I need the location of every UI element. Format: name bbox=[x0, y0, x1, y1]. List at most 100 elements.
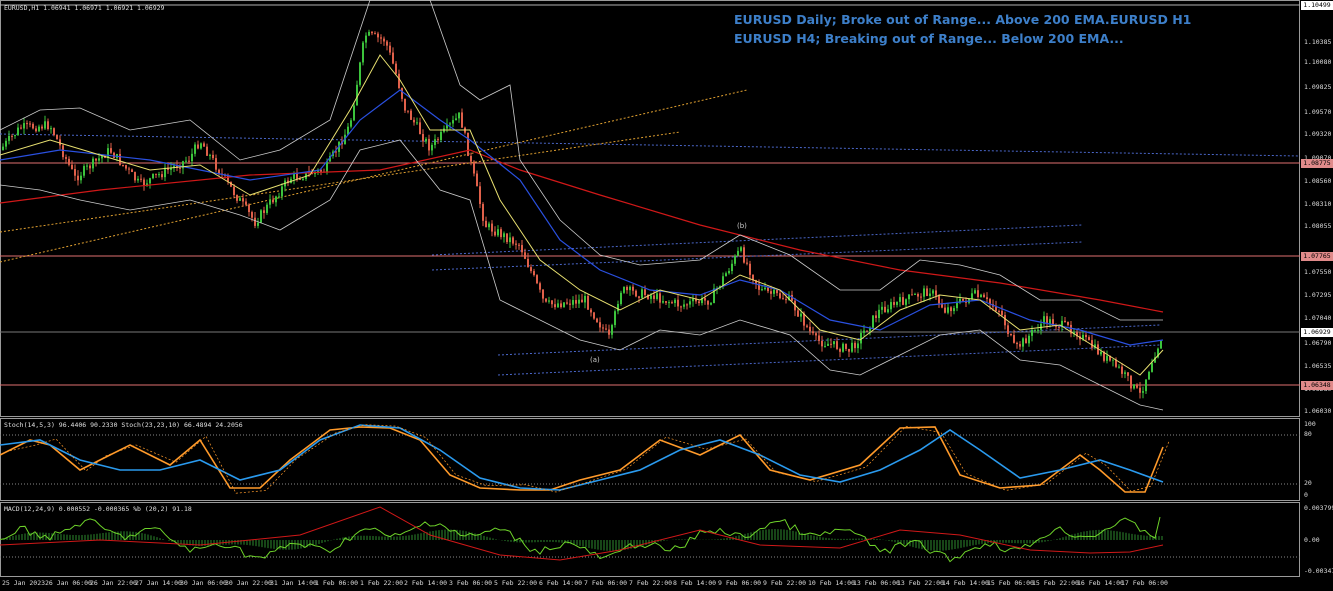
candle-body bbox=[185, 160, 187, 162]
annotation-h4: EURUSD H4; Breaking out of Range... Belo… bbox=[734, 31, 1124, 46]
candle-body bbox=[662, 301, 664, 303]
candle-body bbox=[653, 295, 655, 299]
candle-body bbox=[797, 310, 799, 317]
ema-200-line bbox=[0, 149, 1164, 313]
candle-body bbox=[71, 164, 73, 170]
candle-body bbox=[710, 303, 712, 305]
candle-body bbox=[950, 307, 952, 312]
candle-body bbox=[350, 120, 352, 127]
symbol-header: EURUSD,H1 1.06941 1.06971 1.06921 1.0692… bbox=[4, 4, 165, 12]
moving-average-yellow bbox=[0, 54, 1164, 376]
candle-body bbox=[419, 122, 421, 135]
candle-body bbox=[827, 343, 829, 346]
candle-body bbox=[263, 210, 265, 213]
candle-body bbox=[1010, 333, 1012, 336]
candle-body bbox=[245, 201, 247, 205]
candle-body bbox=[29, 123, 31, 125]
candle-body bbox=[533, 271, 535, 276]
candle-body bbox=[677, 299, 679, 307]
candle-body bbox=[566, 302, 568, 304]
candle-body bbox=[41, 126, 43, 129]
candle-body bbox=[671, 302, 673, 304]
candle-body bbox=[365, 35, 367, 43]
candle-body bbox=[302, 178, 304, 180]
candle-body bbox=[1142, 391, 1144, 393]
candle-body bbox=[278, 196, 280, 198]
candle-body bbox=[512, 237, 514, 244]
candle-body bbox=[398, 73, 400, 89]
candle-body bbox=[215, 158, 217, 170]
candle-body bbox=[476, 173, 478, 187]
candle-body bbox=[590, 309, 592, 313]
candle-body bbox=[35, 128, 37, 132]
candle-body bbox=[110, 148, 112, 153]
candle-body bbox=[896, 301, 898, 305]
time-axis-label: 5 Feb 22:00 bbox=[494, 579, 538, 587]
candle-body bbox=[593, 312, 595, 319]
candle-body bbox=[839, 348, 841, 352]
candle-body bbox=[686, 304, 688, 306]
candle-body bbox=[497, 229, 499, 236]
candle-body bbox=[197, 144, 199, 149]
time-axis-label: 13 Feb 22:00 bbox=[897, 579, 944, 587]
candle-body bbox=[392, 52, 394, 64]
candle-body bbox=[581, 299, 583, 303]
candle-body bbox=[575, 300, 577, 304]
candle-body bbox=[377, 33, 379, 38]
price-scale-label: 1.06535 bbox=[1304, 362, 1332, 370]
candle-body bbox=[881, 306, 883, 310]
candle-body bbox=[134, 172, 136, 181]
chart-canvas bbox=[0, 0, 1301, 563]
candle-body bbox=[8, 135, 10, 141]
candle-body bbox=[560, 303, 562, 308]
candle-body bbox=[1067, 322, 1069, 325]
candle-body bbox=[374, 33, 376, 35]
candle-body bbox=[380, 37, 382, 39]
candle-body bbox=[269, 199, 271, 205]
candle-body bbox=[80, 175, 82, 181]
price-scale-label: 1.10385 bbox=[1304, 38, 1332, 46]
candle-body bbox=[761, 289, 763, 291]
candle-body bbox=[539, 283, 541, 290]
candle-body bbox=[536, 275, 538, 284]
candle-body bbox=[527, 258, 529, 268]
candle-body bbox=[410, 110, 412, 120]
candle-body bbox=[191, 153, 193, 162]
time-axis-label: 15 Feb 22:00 bbox=[1032, 579, 1079, 587]
macd-scale-bottom: -0.003474 bbox=[1304, 567, 1333, 575]
candle-body bbox=[680, 306, 682, 308]
candle-body bbox=[809, 326, 811, 332]
candle-body bbox=[674, 299, 676, 304]
candle-body bbox=[743, 247, 745, 263]
candle-body bbox=[737, 250, 739, 256]
price-scale-label: 1.09825 bbox=[1304, 83, 1332, 91]
candle-body bbox=[482, 203, 484, 221]
candle-body bbox=[206, 146, 208, 156]
candle-body bbox=[1019, 344, 1021, 347]
candle-body bbox=[947, 307, 949, 313]
candle-body bbox=[692, 298, 694, 302]
candle-body bbox=[422, 134, 424, 142]
candle-body bbox=[107, 148, 109, 158]
stoch-scale-100: 100 bbox=[1304, 420, 1316, 428]
candle-body bbox=[578, 299, 580, 304]
stoch-fast-line bbox=[0, 426, 1164, 493]
candle-body bbox=[725, 273, 727, 277]
candle-body bbox=[68, 158, 70, 165]
price-scale-label: 1.06790 bbox=[1304, 339, 1332, 347]
candle-body bbox=[1124, 372, 1126, 374]
candle-body bbox=[152, 173, 154, 179]
candle-body bbox=[920, 296, 922, 298]
time-axis-label: 1 Feb 06:00 bbox=[315, 579, 359, 587]
candle-body bbox=[518, 244, 520, 246]
candle-body bbox=[1100, 351, 1102, 355]
candle-body bbox=[830, 343, 832, 345]
candle-body bbox=[1088, 337, 1090, 341]
time-axis-label: 31 Jan 14:00 bbox=[270, 579, 317, 587]
candle-body bbox=[608, 329, 610, 335]
candle-body bbox=[257, 222, 259, 226]
candle-body bbox=[884, 306, 886, 313]
candle-body bbox=[1127, 372, 1129, 376]
candle-body bbox=[1046, 316, 1048, 324]
candle-body bbox=[824, 345, 826, 347]
